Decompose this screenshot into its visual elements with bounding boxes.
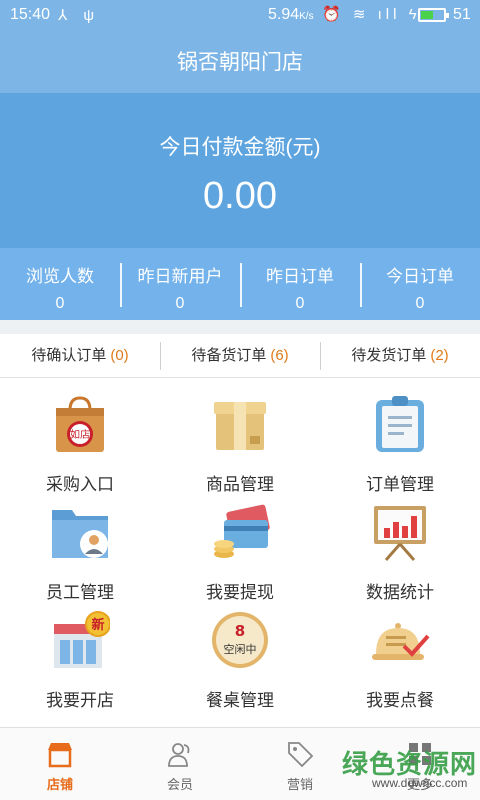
stat-new-users[interactable]: 昨日新用户 0 <box>120 248 240 320</box>
card-coins-icon <box>214 504 270 558</box>
payment-label: 今日付款金额(元) <box>159 136 321 159</box>
svg-text:8: 8 <box>235 622 245 640</box>
pending-count: (2) <box>430 347 449 364</box>
stat-label: 浏览人数 <box>26 267 94 286</box>
box-icon <box>214 402 266 450</box>
pending-ship-orders[interactable]: 待发货订单 (2) <box>320 334 480 377</box>
menu-label: 订单管理 <box>366 475 434 494</box>
menu-label: 数据统计 <box>366 583 434 602</box>
function-grid: 如店 采购入口 商品管理 订单管理 员工管理 我要提现 数据统计 新 我要开店 … <box>0 380 480 725</box>
pending-label: 待发货订单 <box>351 347 427 364</box>
svg-text:新: 新 <box>91 617 104 633</box>
menu-label: 员工管理 <box>46 583 114 602</box>
status-time: 15:40 <box>10 6 51 23</box>
menu-staff[interactable]: 员工管理 <box>0 496 160 604</box>
pending-label: 待确认订单 <box>31 347 107 364</box>
notification-icons: ⅄ ψ <box>58 7 101 24</box>
menu-label: 我要点餐 <box>366 691 434 710</box>
menu-products[interactable]: 商品管理 <box>160 388 320 496</box>
payment-summary: 今日付款金额(元) 0.00 <box>0 93 480 248</box>
pending-count: (0) <box>110 347 129 364</box>
menu-withdraw[interactable]: 我要提现 <box>160 496 320 604</box>
clipboard-icon <box>376 396 424 452</box>
stat-today-orders[interactable]: 今日订单 0 <box>360 248 480 320</box>
stat-label: 今日订单 <box>386 267 454 286</box>
menu-open-store[interactable]: 新 我要开店 <box>0 604 160 712</box>
tag-icon <box>288 742 314 768</box>
payment-amount: 0.00 <box>203 175 277 217</box>
menu-purchase[interactable]: 如店 采购入口 <box>0 388 160 496</box>
folder-user-icon <box>52 510 108 558</box>
menu-label: 我要开店 <box>46 691 114 710</box>
system-icons: ⏰ ≋ ıll ϟ <box>322 6 421 23</box>
tab-label: 会员 <box>166 777 193 792</box>
stat-value: 0 <box>295 295 305 312</box>
menu-tables[interactable]: 8 空闲中 餐桌管理 <box>160 604 320 712</box>
stat-value: 0 <box>175 295 185 312</box>
shopping-bag-icon: 如店 <box>56 396 104 452</box>
menu-label: 商品管理 <box>206 475 274 494</box>
stat-visitors[interactable]: 浏览人数 0 <box>0 248 120 320</box>
chart-board-icon <box>374 506 426 561</box>
menu-label: 餐桌管理 <box>206 691 274 710</box>
table-clock-icon: 8 空闲中 <box>212 612 268 668</box>
stat-value: 0 <box>415 295 425 312</box>
tab-members[interactable]: 会员 <box>120 728 240 800</box>
section-gap <box>0 320 480 334</box>
stats-row: 浏览人数 0 昨日新用户 0 昨日订单 0 今日订单 0 <box>0 248 480 320</box>
stat-value: 0 <box>55 295 65 312</box>
battery-level: 51 <box>453 6 471 23</box>
svg-text:空闲中: 空闲中 <box>224 642 257 656</box>
pending-prepare-orders[interactable]: 待备货订单 (6) <box>160 334 320 377</box>
stat-yesterday-orders[interactable]: 昨日订单 0 <box>240 248 360 320</box>
tab-store[interactable]: 店铺 <box>0 728 120 800</box>
pending-confirm-orders[interactable]: 待确认订单 (0) <box>0 334 160 377</box>
network-speed: 5.94K/s <box>268 6 314 23</box>
menu-order-food[interactable]: 我要点餐 <box>320 604 480 712</box>
header-bar: 15:40 ⅄ ψ 5.94K/s ⏰ ≋ ıll ϟ 51 锅否朝阳门店 <box>0 0 480 93</box>
battery-icon <box>418 8 449 22</box>
status-bar: 15:40 ⅄ ψ 5.94K/s ⏰ ≋ ıll ϟ 51 <box>0 0 480 32</box>
stat-label: 昨日订单 <box>266 267 334 286</box>
store-title: 锅否朝阳门店 <box>177 51 303 74</box>
pending-label: 待备货订单 <box>191 347 267 364</box>
stat-label: 昨日新用户 <box>137 267 223 286</box>
watermark: 绿色资源网 www.downcc.com <box>318 742 478 794</box>
menu-statistics[interactable]: 数据统计 <box>320 496 480 604</box>
members-icon <box>168 743 190 767</box>
menu-orders[interactable]: 订单管理 <box>320 388 480 496</box>
pending-orders: 待确认订单 (0) 待备货订单 (6) 待发货订单 (2) <box>0 334 480 378</box>
store-new-icon: 新 <box>54 611 110 668</box>
svg-text:如店: 如店 <box>70 428 90 441</box>
menu-label: 采购入口 <box>46 475 114 494</box>
dish-cover-icon <box>372 623 430 660</box>
pending-count: (6) <box>270 347 289 364</box>
watermark-url: www.downcc.com <box>372 776 468 790</box>
store-icon <box>48 743 72 768</box>
tab-label: 店铺 <box>46 777 73 792</box>
menu-label: 我要提现 <box>206 583 274 602</box>
